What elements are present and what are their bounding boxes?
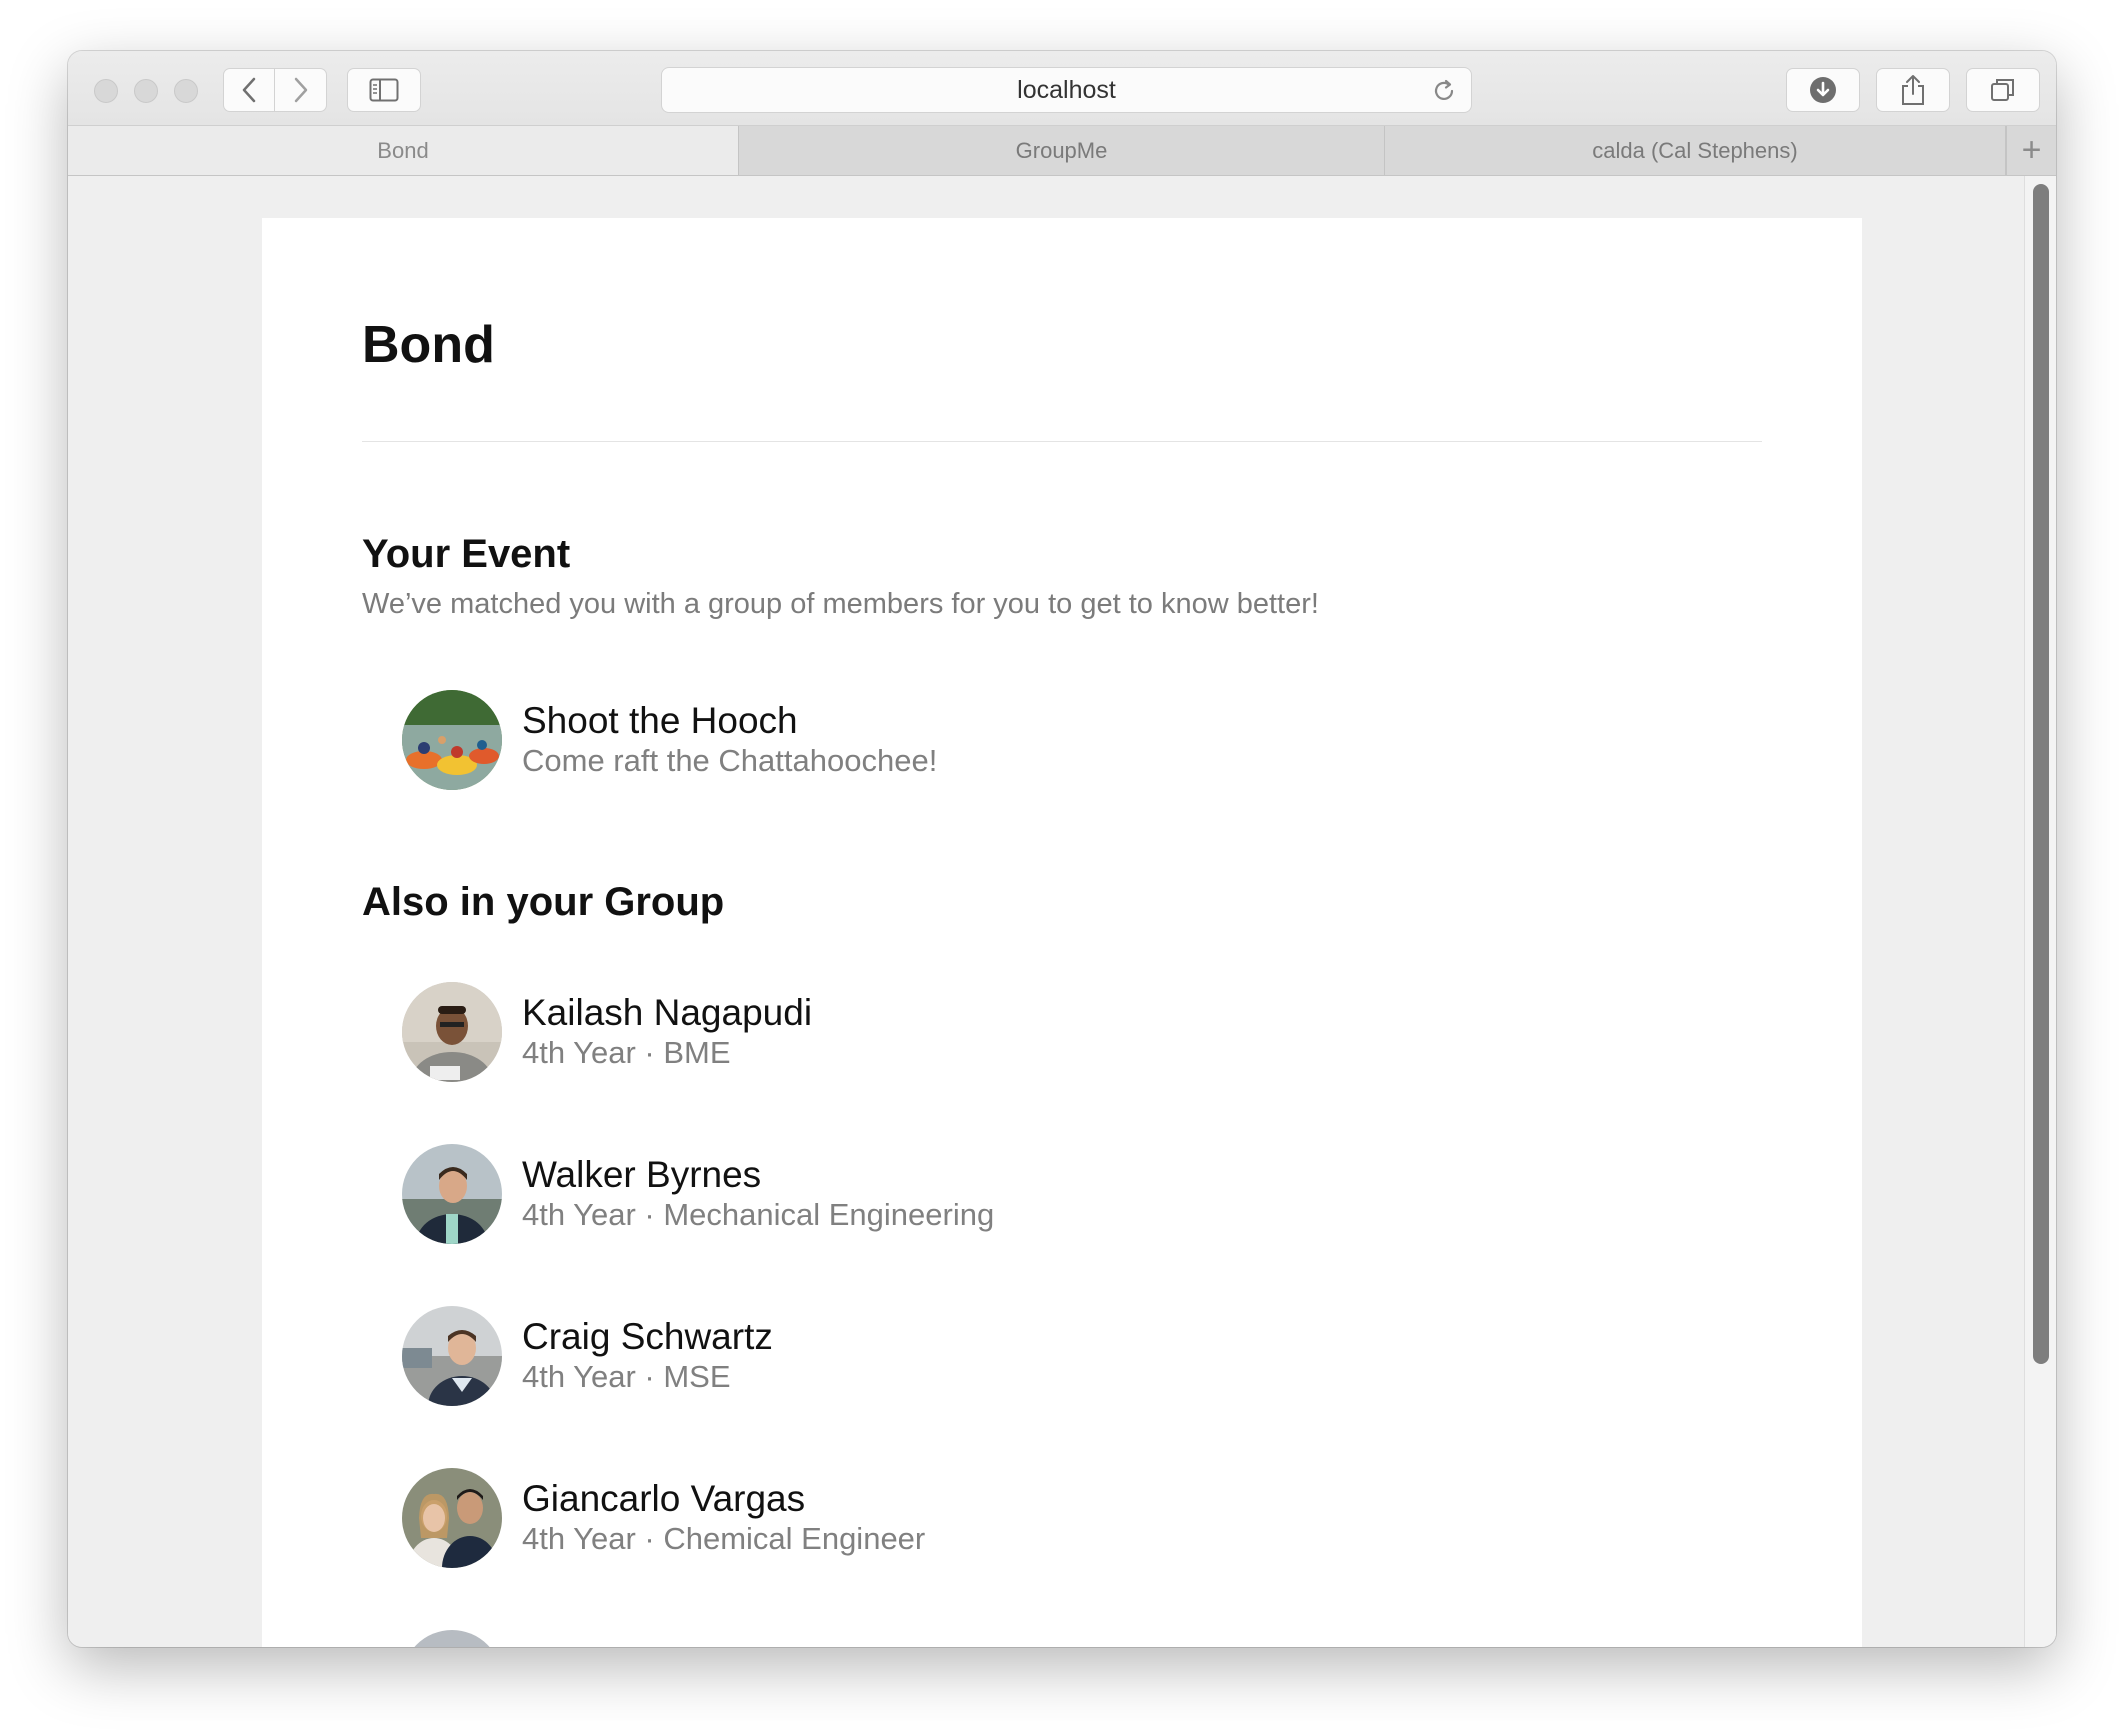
forward-button[interactable]: [275, 68, 327, 112]
member-avatar: [402, 1630, 502, 1647]
content-card: Bond Your Event We’ve matched you with a…: [262, 218, 1862, 1647]
event-section-title: Your Event: [362, 532, 571, 576]
zoom-window-button[interactable]: [174, 79, 198, 103]
event-section-subtitle: We’ve matched you with a group of member…: [362, 588, 1319, 620]
share-button[interactable]: [1876, 68, 1950, 112]
member-name: Walker Byrnes: [522, 1154, 762, 1195]
vertical-scrollbar[interactable]: [2024, 176, 2056, 1647]
member-avatar: [402, 1468, 502, 1568]
minimize-window-button[interactable]: [134, 79, 158, 103]
tab-calda[interactable]: calda (Cal Stephens): [1385, 126, 2006, 175]
member-row[interactable]: Craig Schwartz 4th Year · MSE: [402, 1306, 773, 1406]
tabs-overview-icon: [1991, 79, 2014, 101]
downloads-button[interactable]: [1786, 68, 1860, 112]
chevron-right-icon: [294, 77, 307, 103]
member-avatar: [402, 1144, 502, 1244]
chevron-left-icon: [242, 77, 256, 103]
scrollbar-thumb[interactable]: [2033, 184, 2049, 1364]
plus-icon: +: [2021, 131, 2042, 169]
browser-window: localhost Bond GroupMe calda (Cal Stephe…: [68, 51, 2056, 1647]
event-description: Come raft the Chattahoochee!: [522, 743, 938, 778]
close-window-button[interactable]: [94, 79, 118, 103]
member-avatar: [402, 982, 502, 1082]
member-name: Kailash Nagapudi: [522, 992, 813, 1033]
download-icon: [1810, 77, 1836, 103]
browser-toolbar: localhost: [68, 51, 2056, 126]
sidebar-icon: [369, 78, 399, 102]
member-avatar: [402, 1306, 502, 1406]
tab-label: Bond: [377, 137, 429, 163]
member-row[interactable]: Giancarlo Vargas 4th Year · Chemical Eng…: [402, 1468, 925, 1568]
title-divider: [362, 441, 1762, 442]
reload-icon[interactable]: [1431, 78, 1457, 104]
new-tab-button[interactable]: +: [2006, 126, 2056, 175]
member-row-partial[interactable]: [402, 1630, 502, 1647]
page-title: Bond: [362, 316, 495, 374]
event-row[interactable]: Shoot the Hooch Come raft the Chattahooc…: [402, 690, 937, 790]
back-button[interactable]: [223, 68, 275, 112]
url-text: localhost: [1017, 75, 1116, 104]
tab-bar: Bond GroupMe calda (Cal Stephens) +: [68, 126, 2056, 176]
show-tabs-button[interactable]: [1966, 68, 2040, 112]
event-image: [402, 690, 502, 790]
share-icon: [1902, 75, 1924, 105]
event-name: Shoot the Hooch: [522, 700, 798, 741]
member-name: Giancarlo Vargas: [522, 1478, 806, 1519]
tab-groupme[interactable]: GroupMe: [739, 126, 1385, 175]
member-detail: 4th Year · MSE: [522, 1359, 731, 1394]
address-bar[interactable]: localhost: [661, 67, 1472, 113]
sidebar-toggle-button[interactable]: [347, 68, 421, 112]
group-section-title: Also in your Group: [362, 880, 725, 924]
page-viewport: Bond Your Event We’ve matched you with a…: [68, 176, 2056, 1647]
tab-label: calda (Cal Stephens): [1592, 137, 1798, 163]
member-detail: 4th Year · Mechanical Engineering: [522, 1197, 995, 1232]
member-row[interactable]: Walker Byrnes 4th Year · Mechanical Engi…: [402, 1144, 994, 1244]
tab-bond[interactable]: Bond: [68, 126, 739, 175]
member-row[interactable]: Kailash Nagapudi 4th Year · BME: [402, 982, 812, 1082]
tab-label: GroupMe: [1015, 137, 1108, 163]
member-detail: 4th Year · Chemical Engineer: [522, 1521, 926, 1556]
member-name: Craig Schwartz: [522, 1316, 773, 1357]
member-detail: 4th Year · BME: [522, 1035, 731, 1070]
